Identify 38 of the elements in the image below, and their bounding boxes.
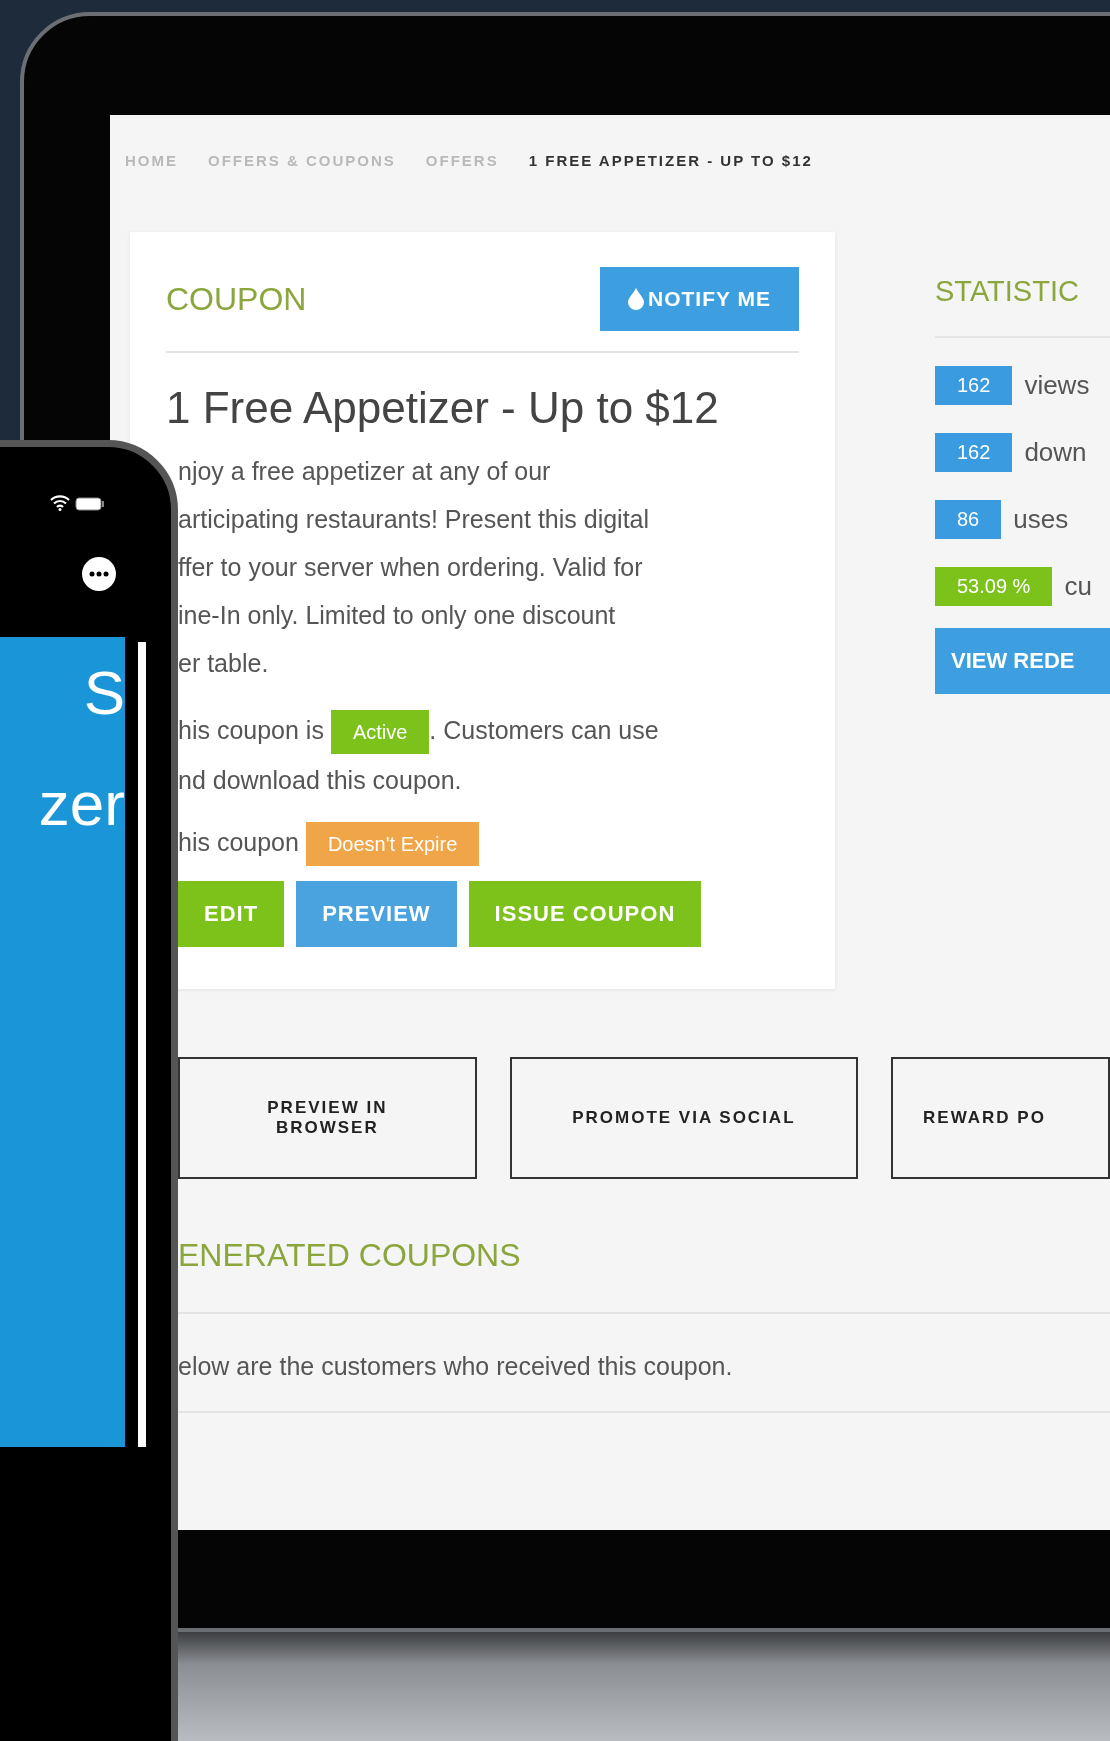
status-text: . Customers can use	[429, 716, 659, 744]
coupon-description: njoy a free appetizer at any of our articipating restaurants! Present this digital ffer to your server when ordering. Valid for ine-In only. Limited to only one discount er table.	[178, 456, 651, 679]
option-button[interactable]: REWARD PO	[891, 1057, 1110, 1179]
action-button[interactable]: ISSUE COUPON	[468, 881, 702, 947]
expiry-text: his coupon	[178, 828, 299, 856]
stat-badge: 53.09 %	[935, 567, 1053, 606]
ticket-text: zer	[38, 768, 125, 839]
status-text: his coupon is	[178, 716, 324, 744]
option-button[interactable]: PROMOTE VIA SOCIAL	[509, 1057, 859, 1179]
drop-icon	[628, 288, 645, 310]
stat-badge: 162	[935, 433, 1013, 472]
section-heading: STATISTIC	[935, 267, 1110, 338]
info-text: elow are the customers who received this coupon.	[178, 1352, 1110, 1413]
coupon-title: 1 Free Appetizer - Up to $12	[166, 383, 720, 433]
expiry-badge: Doesn't Expire	[305, 822, 480, 866]
breadcrumb-link[interactable]: 1 FREE APPETIZER - UP TO $12	[528, 152, 813, 169]
more-icon[interactable]	[82, 557, 116, 591]
stat-badge: 162	[935, 366, 1013, 405]
stat-label: views	[1024, 370, 1090, 401]
action-button[interactable]: EDIT	[178, 881, 285, 947]
view-button[interactable]: VIEW REDE	[935, 628, 1110, 694]
section-heading: COUPON	[166, 280, 307, 318]
breadcrumb-link[interactable]: OFFERS	[425, 152, 499, 169]
status-text: nd download this coupon.	[178, 766, 462, 794]
option-button[interactable]: PREVIEW IN BROWSER	[178, 1057, 477, 1179]
breadcrumb-link[interactable]: HOME	[125, 152, 178, 169]
action-button[interactable]: PREVIEW	[296, 881, 457, 947]
stat-label: down	[1024, 437, 1087, 468]
section-heading: ENERATED COUPONS	[178, 1237, 521, 1273]
stat-label: uses	[1013, 504, 1069, 535]
battery-icon	[75, 497, 105, 511]
notify-button[interactable]: NOTIFY ME	[600, 267, 799, 331]
status-badge: Active	[330, 710, 430, 754]
breadcrumb-link[interactable]: OFFERS & COUPONS	[208, 152, 396, 169]
ticket-text: S	[83, 657, 125, 728]
stat-label: cu	[1064, 571, 1092, 602]
stat-badge: 86	[935, 500, 1002, 539]
wifi-icon	[50, 495, 70, 511]
